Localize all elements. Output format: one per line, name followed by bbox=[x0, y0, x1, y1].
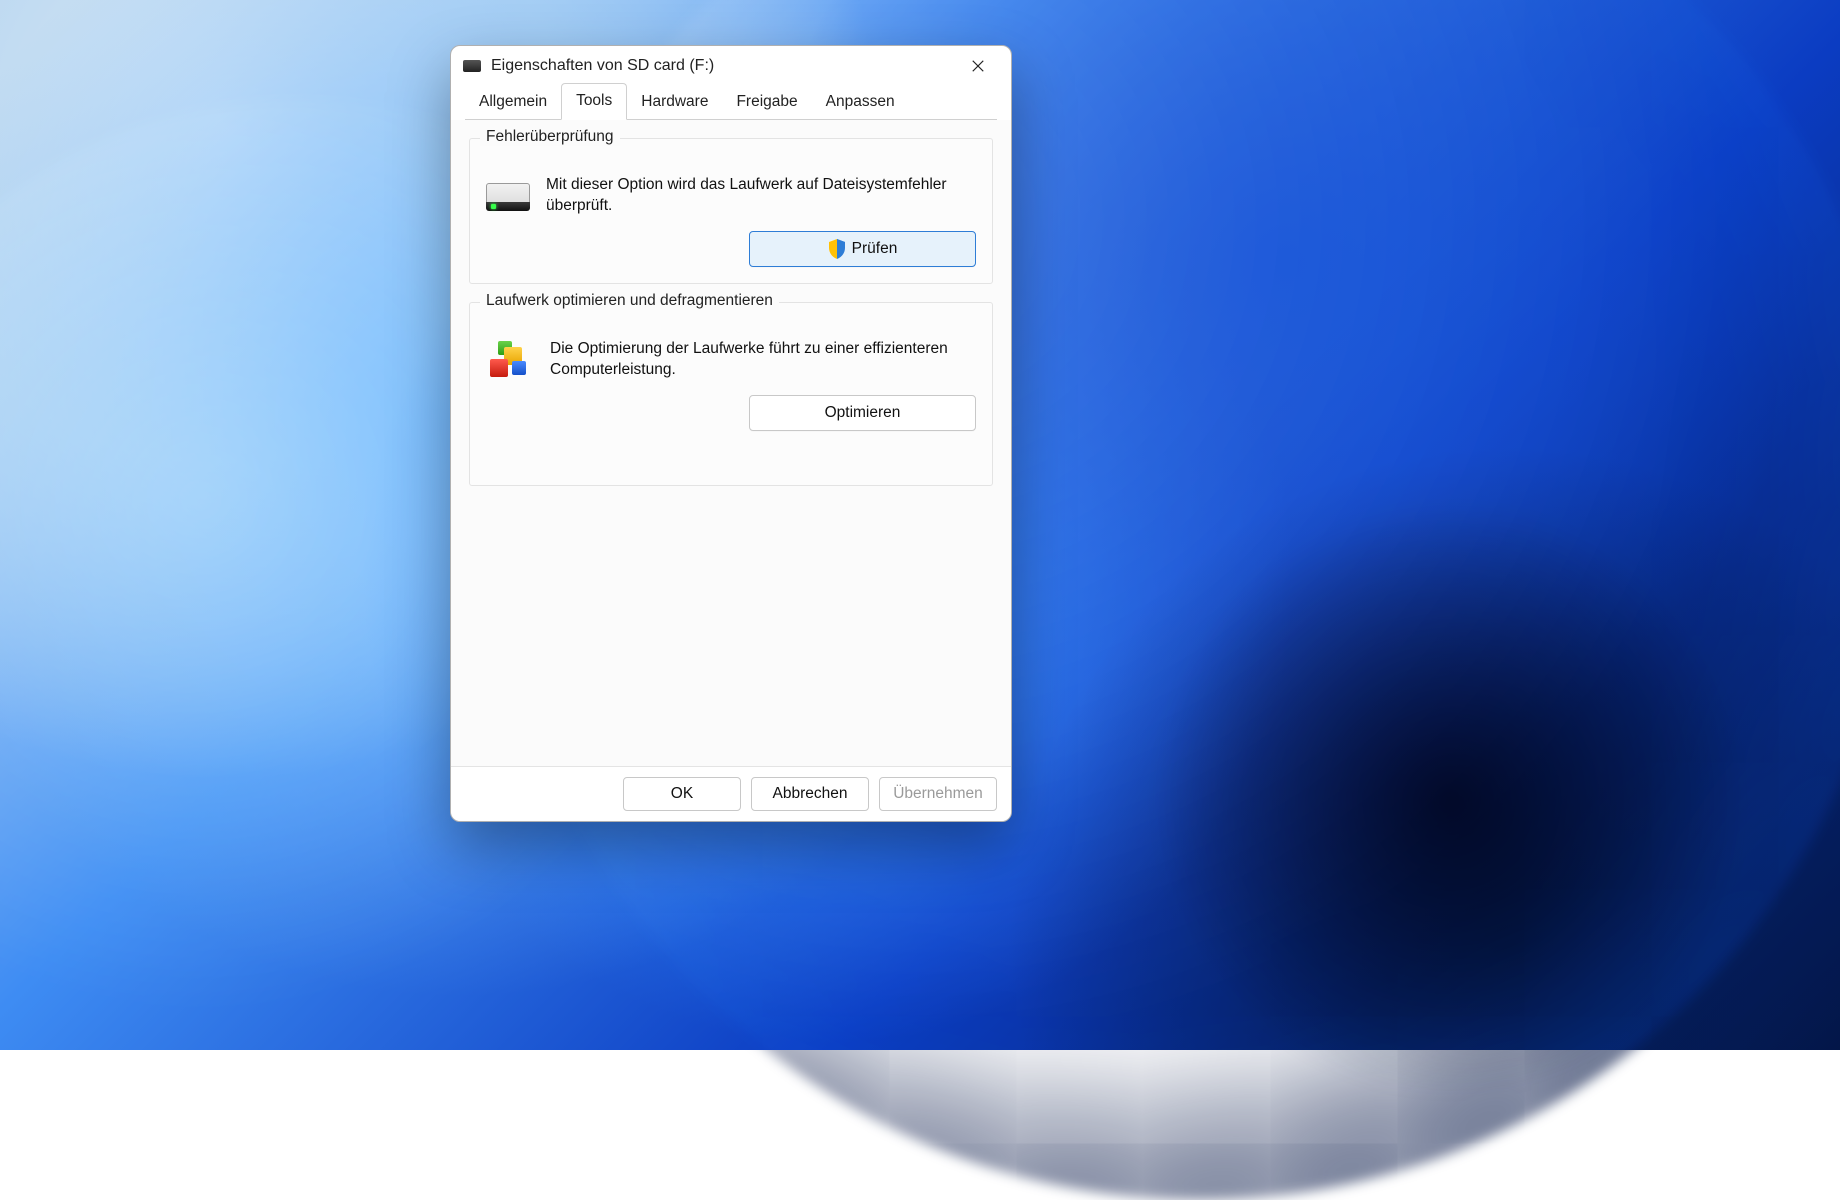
apply-button[interactable]: Übernehmen bbox=[879, 777, 997, 811]
titlebar[interactable]: Eigenschaften von SD card (F:) bbox=[451, 46, 1011, 86]
tab-general[interactable]: Allgemein bbox=[465, 85, 561, 120]
tab-content-tools: Fehlerüberprüfung Mit dieser Option wird… bbox=[451, 120, 1011, 766]
window-title: Eigenschaften von SD card (F:) bbox=[491, 57, 955, 75]
tab-hardware[interactable]: Hardware bbox=[627, 85, 722, 120]
check-button-label: Prüfen bbox=[852, 240, 898, 258]
optimize-button[interactable]: Optimieren bbox=[749, 395, 976, 431]
close-icon bbox=[971, 59, 985, 73]
group-error-checking: Fehlerüberprüfung Mit dieser Option wird… bbox=[469, 138, 993, 284]
group-optimize: Laufwerk optimieren und defragmentieren … bbox=[469, 302, 993, 486]
tab-customize[interactable]: Anpassen bbox=[812, 85, 909, 120]
dialog-footer: OK Abbrechen Übernehmen bbox=[451, 766, 1011, 821]
error-check-description: Mit dieser Option wird das Laufwerk auf … bbox=[546, 175, 976, 217]
properties-dialog: Eigenschaften von SD card (F:) Allgemein… bbox=[450, 45, 1012, 822]
hard-drive-icon bbox=[486, 177, 530, 211]
defrag-icon bbox=[490, 341, 534, 375]
uac-shield-icon bbox=[828, 239, 846, 259]
optimize-button-label: Optimieren bbox=[825, 404, 901, 422]
ok-button[interactable]: OK bbox=[623, 777, 741, 811]
tab-share[interactable]: Freigabe bbox=[722, 85, 811, 120]
check-button[interactable]: Prüfen bbox=[749, 231, 976, 267]
group-optimize-legend: Laufwerk optimieren und defragmentieren bbox=[480, 292, 779, 310]
cancel-button[interactable]: Abbrechen bbox=[751, 777, 869, 811]
tab-tools[interactable]: Tools bbox=[561, 83, 627, 120]
optimize-description: Die Optimierung der Laufwerke führt zu e… bbox=[550, 339, 976, 381]
drive-icon bbox=[463, 60, 481, 72]
group-error-checking-legend: Fehlerüberprüfung bbox=[480, 128, 620, 146]
close-button[interactable] bbox=[955, 50, 1001, 82]
tabstrip: Allgemein Tools Hardware Freigabe Anpass… bbox=[451, 86, 1011, 120]
